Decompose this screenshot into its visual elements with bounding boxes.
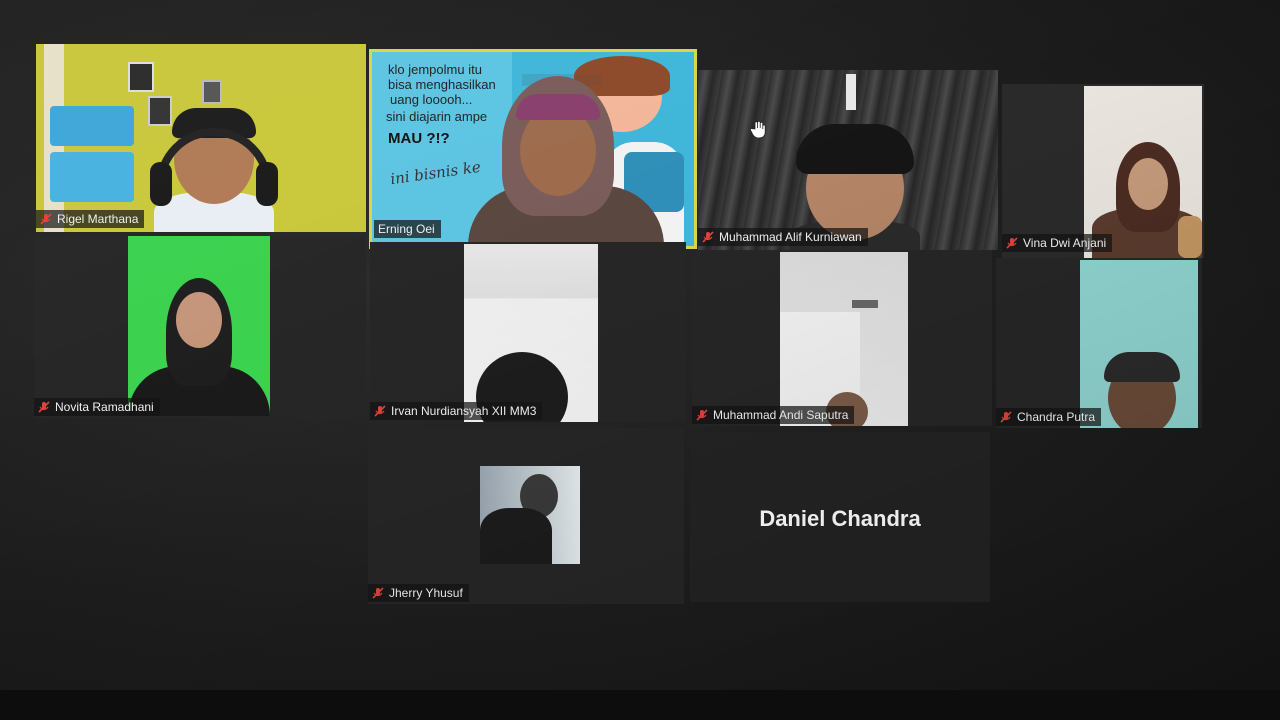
participant-figure	[468, 76, 668, 246]
participant-figure	[144, 104, 284, 232]
participant-tile-rigel[interactable]: Rigel Marthana	[36, 44, 366, 232]
participant-tile-andi[interactable]: Muhammad Andi Saputra	[692, 250, 992, 426]
participant-name: Muhammad Andi Saputra	[713, 408, 849, 422]
participant-video	[1084, 86, 1202, 258]
participant-name-label: Irvan Nurdiansyah XII MM3	[370, 402, 543, 420]
participant-name-label: Erning Oei	[374, 220, 441, 238]
participant-video: klo jempolmu itu bisa menghasilkan uang …	[372, 52, 694, 246]
mic-muted-icon	[1006, 237, 1018, 249]
participant-tile-erning[interactable]: klo jempolmu itu bisa menghasilkan uang …	[369, 49, 697, 249]
participant-video	[698, 70, 998, 250]
participant-name: Novita Ramadhani	[55, 400, 154, 414]
mic-muted-icon	[38, 401, 50, 413]
participant-figure	[1100, 352, 1184, 428]
participant-figure	[480, 466, 560, 564]
mic-muted-icon	[374, 405, 386, 417]
background-text-line: klo jempolmu itu	[388, 62, 482, 77]
mic-muted-icon	[696, 409, 708, 421]
participant-name-label: Rigel Marthana	[36, 210, 145, 228]
background-text-line: uang looooh...	[390, 92, 473, 107]
monitor-bezel	[0, 690, 1280, 720]
participant-name-label: Novita Ramadhani	[34, 398, 160, 416]
participant-name: Jherry Yhusuf	[389, 586, 463, 600]
mic-muted-icon	[1000, 411, 1012, 423]
participant-video	[1080, 260, 1198, 428]
participant-video	[464, 244, 598, 422]
participant-name: Muhammad Alif Kurniawan	[719, 230, 862, 244]
participant-tile-daniel[interactable]: Daniel Chandra	[690, 432, 990, 602]
participant-video	[480, 466, 580, 564]
participant-name: Irvan Nurdiansyah XII MM3	[391, 404, 537, 418]
mic-muted-icon	[702, 231, 714, 243]
mic-muted-icon	[372, 587, 384, 599]
participant-name: Erning Oei	[378, 222, 435, 236]
participant-name-label: Jherry Yhusuf	[368, 584, 469, 602]
participant-video	[780, 252, 908, 426]
zoom-gallery-screen: Rigel Marthana klo jempolmu itu bisa men…	[0, 0, 1280, 720]
participant-name-label: Muhammad Andi Saputra	[692, 406, 855, 424]
participant-tile-jherry[interactable]: Jherry Yhusuf	[368, 428, 684, 604]
participant-figure	[128, 276, 270, 416]
participant-tile-novita[interactable]: Novita Ramadhani	[34, 236, 366, 418]
participant-name-label: Chandra Putra	[996, 408, 1102, 426]
participant-name-centered: Daniel Chandra	[759, 506, 921, 531]
participant-tile-alif[interactable]: Muhammad Alif Kurniawan	[698, 70, 998, 250]
participant-name: Rigel Marthana	[57, 212, 139, 226]
participant-name: Vina Dwi Anjani	[1023, 236, 1107, 250]
participant-tile-chandra[interactable]: Chandra Putra	[996, 258, 1202, 428]
mic-muted-icon	[40, 213, 52, 225]
participant-video	[36, 44, 366, 232]
participant-tile-vina[interactable]: Vina Dwi Anjani	[1002, 84, 1204, 258]
participant-video	[128, 236, 270, 416]
background-text-line: MAU ?!?	[388, 130, 450, 147]
participant-name-label: Vina Dwi Anjani	[1002, 234, 1113, 252]
participant-name-label: Muhammad Alif Kurniawan	[698, 228, 868, 246]
participant-tile-irvan[interactable]: Irvan Nurdiansyah XII MM3	[370, 242, 686, 422]
participant-name: Chandra Putra	[1017, 410, 1096, 424]
hand-cursor-icon	[750, 120, 766, 139]
